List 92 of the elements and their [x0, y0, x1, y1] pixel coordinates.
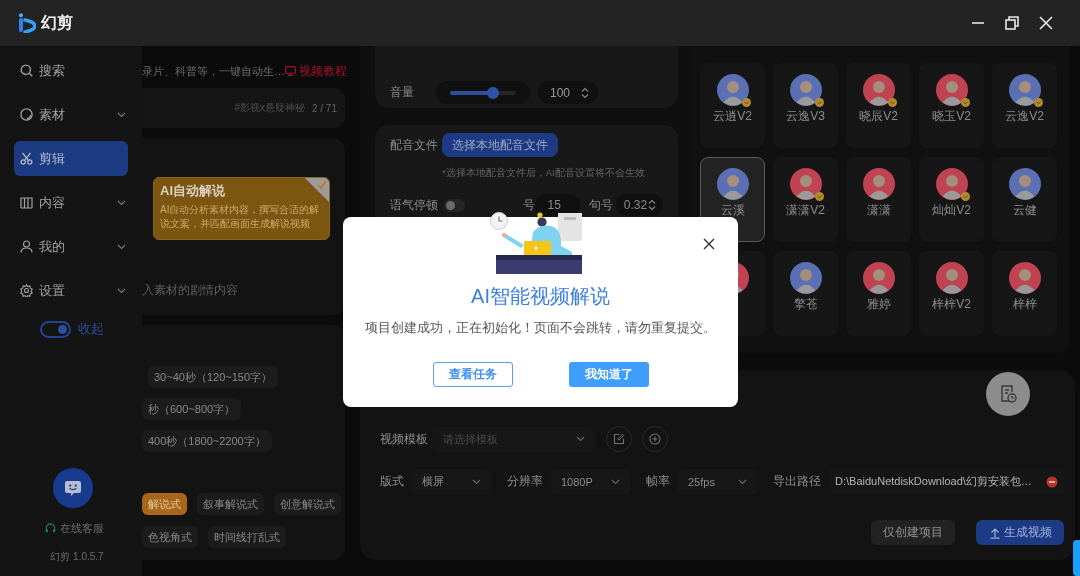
volume-label: 音量	[390, 84, 415, 101]
dialog-message: 项目创建成功，正在初始化！页面不会跳转，请勿重复提交。	[365, 320, 716, 336]
voice-card[interactable]: 潇潇V2	[773, 157, 838, 242]
voice-card[interactable]: 云逸V3	[773, 63, 838, 148]
toggle-switch[interactable]	[444, 198, 465, 212]
up-down-arrows-icon	[581, 86, 589, 99]
restore-icon	[1005, 16, 1019, 30]
setting-label: 版式	[380, 473, 404, 490]
sidebar-item[interactable]: 设置	[14, 273, 128, 308]
generate-video-button[interactable]: 生成视频	[976, 520, 1064, 545]
document-clock-icon	[998, 384, 1018, 404]
close-icon	[703, 238, 715, 250]
monitor-icon	[285, 66, 296, 76]
sidebar-item[interactable]: 我的	[14, 229, 128, 264]
search-icon	[20, 64, 33, 77]
create-project-button[interactable]: 仅创建项目	[871, 520, 955, 545]
comma-label: 号	[522, 196, 535, 214]
voice-card[interactable]: 灿灿V2	[919, 157, 984, 242]
volume-slider[interactable]	[436, 81, 530, 104]
voice-card[interactable]: 雅婷	[846, 251, 911, 336]
comma-pause-field[interactable]: 15	[534, 194, 580, 216]
dialog-title: AI智能视频解说	[471, 284, 610, 308]
sidebar-item[interactable]: 素材	[14, 97, 128, 132]
sidebar-item[interactable]: 内容	[14, 185, 128, 220]
style-chip[interactable]: 色视角式	[142, 526, 198, 548]
export-path-label: 导出路径	[773, 473, 821, 490]
period-label: 句号	[588, 196, 613, 214]
slider-thumb[interactable]	[486, 86, 499, 99]
up-down-arrows-icon	[648, 199, 656, 211]
style-chip[interactable]: 叙事解说式	[197, 493, 264, 515]
chevron-down-icon	[576, 436, 585, 442]
setting-dropdown[interactable]: 横屏	[412, 469, 491, 494]
style-chip[interactable]: 解说式	[142, 493, 187, 515]
scissors-icon	[20, 152, 33, 165]
remove-icon[interactable]	[1046, 475, 1058, 488]
dubbing-label: 配音文件	[390, 136, 439, 154]
sidebar-item[interactable]: 剪辑	[14, 141, 128, 176]
version-label: 幻剪 1.0.5.7	[49, 550, 105, 564]
plot-hint: 入素材的剧情内容	[142, 282, 238, 299]
template-label: 视频模板	[380, 430, 429, 448]
close-icon	[1039, 16, 1053, 30]
app-name: 幻剪	[41, 12, 73, 33]
voice-card[interactable]: 梓梓V2	[919, 251, 984, 336]
choose-file-button[interactable]: 选择本地配音文件	[442, 133, 558, 157]
page-counter: 2 / 71	[311, 102, 337, 114]
confirm-button[interactable]: 我知道了	[568, 362, 649, 387]
toggle-switch[interactable]	[40, 320, 71, 338]
upload-icon	[988, 526, 1001, 539]
close-button[interactable]	[703, 238, 715, 250]
logo-icon	[18, 13, 36, 33]
voice-card[interactable]: 潇潇	[846, 157, 911, 242]
edit-icon	[613, 433, 625, 445]
style-chip[interactable]: 时间线打乱式	[208, 526, 286, 548]
duration-chip[interactable]: 400秒（1800~2200字）	[142, 430, 272, 452]
circle-icon	[20, 108, 33, 121]
chevron-down-icon	[472, 478, 481, 485]
volume-stepper[interactable]: 100	[538, 81, 598, 104]
book-icon	[20, 196, 33, 209]
sidebar-item[interactable]: 搜索	[14, 53, 128, 88]
pause-label: 语气停顿	[390, 196, 438, 214]
voice-card[interactable]: 晓辰V2	[846, 63, 911, 148]
duration-chip[interactable]: 秒（600~800字）	[142, 398, 242, 420]
card-title: AI自动解说	[160, 183, 225, 199]
period-pause-field[interactable]: 0.32	[615, 194, 663, 216]
person-icon	[20, 240, 33, 253]
voice-card[interactable]: 晓玉V2	[919, 63, 984, 148]
restore-button[interactable]	[1005, 16, 1019, 30]
side-handle[interactable]	[1073, 540, 1080, 576]
setting-label: 帧率	[646, 473, 670, 490]
voice-card[interactable]: 梓梓	[992, 251, 1057, 336]
voice-card[interactable]: 擎苍	[773, 251, 838, 336]
chat-bubble-icon	[63, 478, 83, 498]
chat-button[interactable]	[53, 468, 93, 508]
headset-icon	[45, 523, 56, 534]
voice-card[interactable]: 云逍V2	[700, 63, 765, 148]
mode-card[interactable]: AI自动解说 AI自动分析素材内容，撰写合适的解说文案，并匹配画面生成解说视频	[153, 177, 330, 240]
setting-dropdown[interactable]: 1080P	[551, 469, 630, 494]
selected-check-icon	[305, 178, 329, 202]
settings-icon	[20, 284, 33, 297]
chevron-down-icon	[611, 478, 620, 485]
style-chip[interactable]: 创意解说式	[274, 493, 341, 515]
plus-circle-icon	[649, 433, 661, 445]
voice-card[interactable]: 云健	[992, 157, 1057, 242]
chevron-down-icon	[738, 478, 747, 485]
intro-text: 录片、科普等，一键自动生…	[142, 63, 285, 79]
card-description: AI自动分析素材内容，撰写合适的解说文案，并匹配画面生成解说视频	[160, 203, 321, 231]
duration-chip[interactable]: 30~40秒（120~150字）	[148, 366, 279, 388]
voice-card[interactable]: 云逸V2	[992, 63, 1057, 148]
setting-dropdown[interactable]: 25fps	[678, 469, 757, 494]
support-link[interactable]: 在线客服	[60, 521, 104, 536]
view-tasks-button[interactable]: 查看任务	[432, 362, 513, 387]
setting-label: 分辨率	[507, 473, 543, 490]
